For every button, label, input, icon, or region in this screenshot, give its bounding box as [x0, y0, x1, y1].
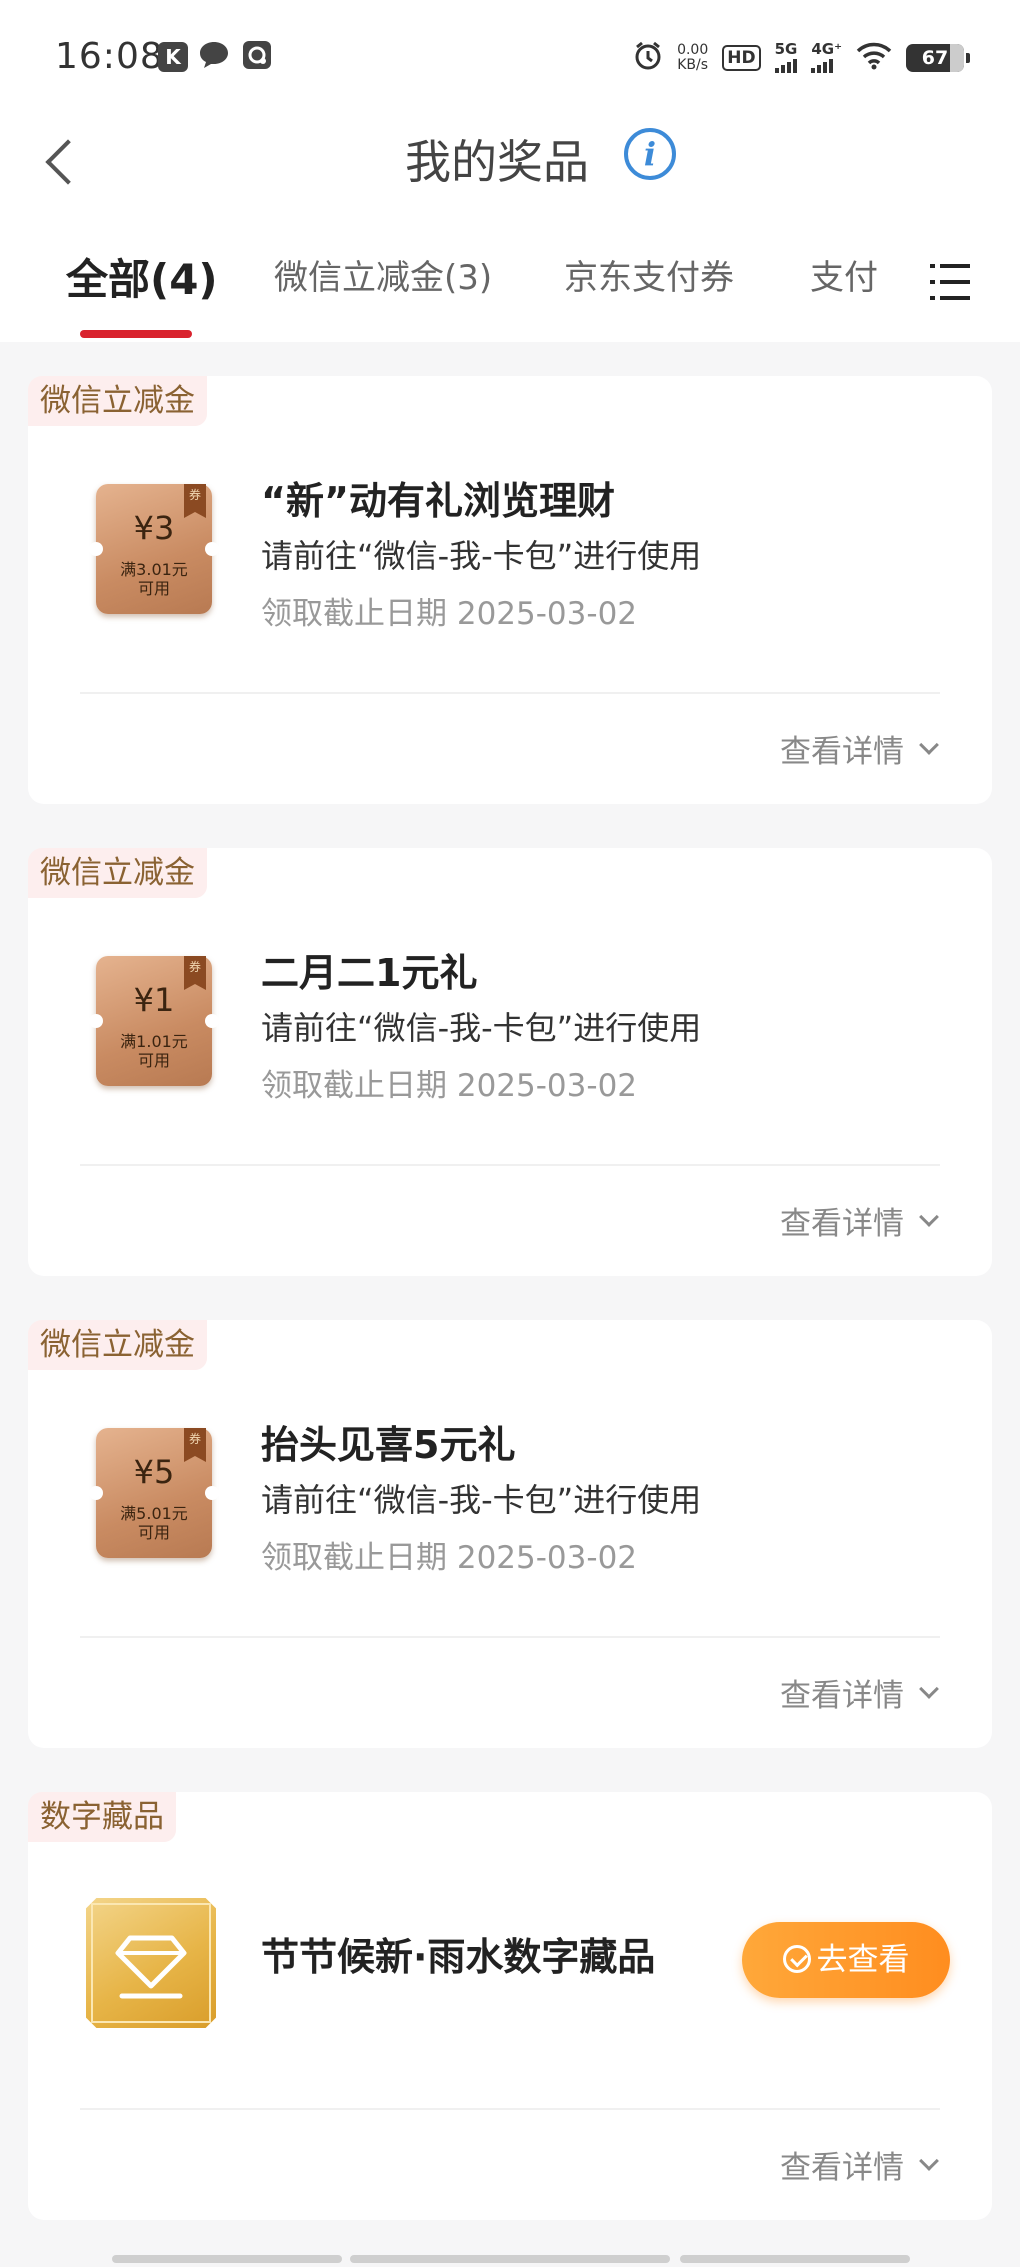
- page-title: 我的奖品: [405, 135, 589, 189]
- diamond-icon: [91, 1903, 211, 2023]
- signal-5g: 5G: [774, 39, 798, 76]
- prize-card: 微信立减金 券 ¥3 满3.01元 可用 “新”动有礼浏览理财 请前往“微信-我…: [28, 376, 992, 804]
- network-speed-value: 0.00: [677, 42, 709, 58]
- status-time: 16:08: [55, 36, 164, 77]
- message-icon: [198, 40, 230, 74]
- notification-app-icon: [242, 40, 272, 74]
- coupon-tag: 券: [184, 956, 206, 990]
- coupon-tag: 券: [184, 1428, 206, 1462]
- view-details-label: 查看详情: [780, 2150, 904, 2186]
- coupon-tag: 券: [184, 484, 206, 518]
- divider: [80, 1164, 940, 1166]
- view-details-button[interactable]: 查看详情: [780, 1198, 939, 1243]
- status-indicators: 0.00 KB/s HD 5G 4G⁺ 67: [633, 38, 970, 78]
- alarm-icon: [633, 41, 663, 75]
- prize-card: 微信立减金 券 ¥1 满1.01元 可用 二月二1元礼 请前往“微信-我-卡包”…: [28, 848, 992, 1276]
- digital-collectible-icon: [86, 1898, 216, 2028]
- category-badge: 微信立减金: [28, 1320, 207, 1370]
- tab-all[interactable]: 全部(4): [66, 246, 218, 307]
- divider: [80, 692, 940, 694]
- coupon-condition: 满5.01元: [120, 1504, 188, 1523]
- prize-instruction: 请前往“微信-我-卡包”进行使用: [261, 537, 702, 575]
- prize-instruction: 请前往“微信-我-卡包”进行使用: [261, 1481, 702, 1519]
- view-details-button[interactable]: 查看详情: [780, 1670, 939, 1715]
- divider: [80, 2108, 940, 2110]
- prize-card: 数字藏品 节节候新·雨水数字藏品 去查看 查看详情: [28, 1792, 992, 2220]
- coupon-usable: 可用: [137, 579, 170, 598]
- tab-pay[interactable]: 支付: [810, 250, 878, 299]
- prize-deadline: 领取截止日期 2025-03-02: [261, 1068, 638, 1104]
- chevron-down-icon: [919, 734, 939, 755]
- hd-icon: HD: [722, 45, 761, 71]
- chevron-down-icon: [919, 2150, 939, 2171]
- prize-title: “新”动有礼浏览理财: [261, 479, 615, 523]
- tab-overflow-fade: [880, 232, 920, 332]
- view-details-label: 查看详情: [780, 734, 904, 770]
- view-details-button[interactable]: 查看详情: [780, 2142, 939, 2187]
- prize-deadline: 领取截止日期 2025-03-02: [261, 1540, 638, 1576]
- coupon-condition: 满3.01元: [120, 560, 188, 579]
- bottom-scroll-indicator: [0, 2249, 1020, 2267]
- chevron-down-icon: [919, 1206, 939, 1227]
- menu-list-icon[interactable]: [930, 262, 972, 302]
- coupon-icon: 券 ¥1 满1.01元 可用: [89, 956, 219, 1086]
- signal-4g-label: 4G⁺: [811, 39, 842, 58]
- coupon-usable: 可用: [137, 1051, 170, 1070]
- network-speed: 0.00 KB/s: [677, 43, 708, 73]
- info-icon[interactable]: i: [624, 128, 676, 180]
- prize-title: 节节候新·雨水数字藏品: [261, 1935, 656, 1979]
- page-header: 我的奖品 i: [0, 112, 1020, 232]
- category-badge: 微信立减金: [28, 376, 207, 426]
- view-details-label: 查看详情: [780, 1678, 904, 1714]
- tab-wechat-discount[interactable]: 微信立减金(3): [274, 250, 492, 299]
- network-speed-unit: KB/s: [677, 57, 709, 73]
- view-details-button[interactable]: 查看详情: [780, 726, 939, 771]
- category-badge: 微信立减金: [28, 848, 207, 898]
- divider: [80, 1636, 940, 1638]
- coupon-usable: 可用: [137, 1523, 170, 1542]
- prize-deadline: 领取截止日期 2025-03-02: [261, 596, 638, 632]
- battery-icon: 67: [906, 44, 970, 72]
- view-details-label: 查看详情: [780, 1206, 904, 1242]
- tab-jd-pay-coupon[interactable]: 京东支付券: [564, 250, 734, 299]
- signal-4g: 4G⁺: [811, 41, 842, 76]
- go-view-label: 去查看: [816, 1942, 910, 1978]
- go-view-button[interactable]: 去查看: [742, 1922, 950, 1998]
- tab-bar: 全部(4) 微信立减金(3) 京东支付券 支付: [0, 232, 1020, 342]
- active-tab-indicator: [80, 330, 192, 338]
- prize-title: 抬头见喜5元礼: [261, 1423, 516, 1467]
- app-k-icon: K: [158, 42, 188, 72]
- wifi-icon: [856, 42, 892, 74]
- check-circle-icon: [782, 1944, 811, 1973]
- category-badge: 数字藏品: [28, 1792, 176, 1842]
- coupon-icon: 券 ¥5 满5.01元 可用: [89, 1428, 219, 1558]
- prize-instruction: 请前往“微信-我-卡包”进行使用: [261, 1009, 702, 1047]
- prize-card: 微信立减金 券 ¥5 满5.01元 可用 抬头见喜5元礼 请前往“微信-我-卡包…: [28, 1320, 992, 1748]
- coupon-icon: 券 ¥3 满3.01元 可用: [89, 484, 219, 614]
- prize-title: 二月二1元礼: [261, 951, 478, 995]
- back-icon[interactable]: [38, 132, 88, 192]
- battery-level: 67: [921, 47, 949, 69]
- status-bar: 16:08 K 0.00 KB/s HD 5G 4G⁺ 67: [0, 0, 1020, 112]
- signal-5g-label: 5G: [774, 39, 798, 58]
- chevron-down-icon: [919, 1678, 939, 1699]
- coupon-condition: 满1.01元: [120, 1032, 188, 1051]
